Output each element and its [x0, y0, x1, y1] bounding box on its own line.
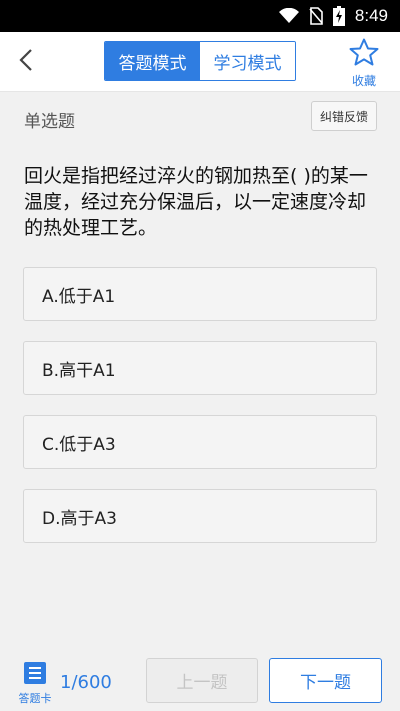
- battery-charging-icon: [332, 6, 345, 26]
- question-text: 回火是指把经过淬火的钢加热至( )的某一温度，经过充分保温后，以一定速度冷却的热…: [24, 165, 368, 239]
- tab-answer-mode[interactable]: 答题模式: [105, 42, 200, 80]
- favorite-button[interactable]: 收藏: [342, 38, 386, 88]
- back-button[interactable]: [10, 46, 42, 78]
- favorite-label: 收藏: [351, 74, 376, 88]
- answer-card-label: 答题卡: [18, 692, 52, 705]
- option-b[interactable]: B.高干A1: [23, 341, 377, 395]
- mode-toggle: 答题模式 学习模式: [104, 41, 296, 81]
- list-icon: [24, 662, 46, 688]
- option-a[interactable]: A.低于A1: [23, 267, 377, 321]
- option-c[interactable]: C.低于A3: [23, 415, 377, 469]
- bottom-bar: 答题卡 1/600 上一题 下一题: [0, 650, 400, 711]
- question-progress: 1/600: [60, 672, 112, 693]
- no-sim-icon: [309, 7, 323, 25]
- feedback-button[interactable]: 纠错反馈: [311, 101, 377, 131]
- star-outline-icon: [349, 38, 379, 70]
- next-question-button[interactable]: 下一题: [269, 658, 382, 703]
- back-arrow-icon: [18, 48, 34, 76]
- clock: 8:49: [354, 6, 388, 25]
- status-bar: 8:49: [0, 0, 400, 32]
- answer-card-button[interactable]: 答题卡: [14, 662, 56, 708]
- wifi-icon: [278, 8, 299, 24]
- question-type: 单选题: [24, 112, 75, 132]
- previous-question-button[interactable]: 上一题: [146, 658, 258, 703]
- top-header: 答题模式 学习模式 收藏: [0, 32, 400, 92]
- option-d[interactable]: D.高于A3: [23, 489, 377, 543]
- tab-study-mode[interactable]: 学习模式: [200, 42, 295, 80]
